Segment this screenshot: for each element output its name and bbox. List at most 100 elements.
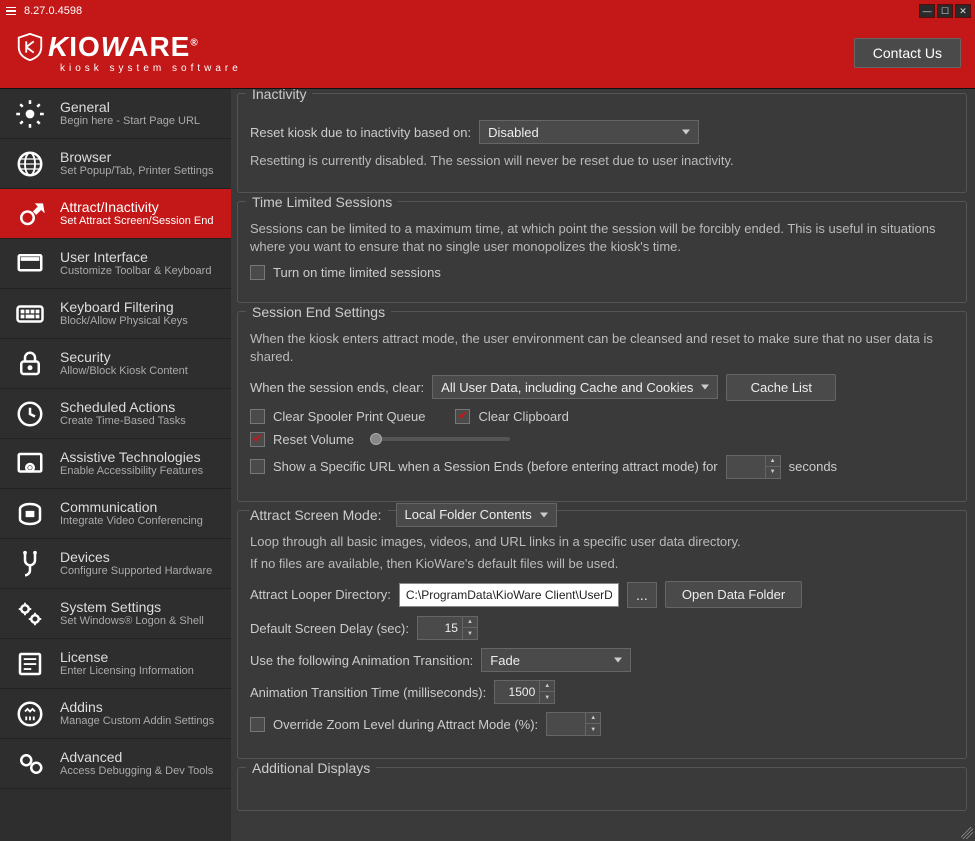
sidebar-item-title: License [60, 649, 194, 665]
delay-label: Default Screen Delay (sec): [250, 621, 409, 636]
sidebar-item-title: Devices [60, 549, 212, 565]
override-zoom-input[interactable] [546, 712, 586, 736]
panel-title: Inactivity [246, 89, 312, 102]
sidebar-item-general[interactable]: GeneralBegin here - Start Page URL [0, 89, 231, 139]
sidebar-item-sub: Set Attract Screen/Session End [60, 215, 213, 228]
reset-volume-slider[interactable] [370, 437, 510, 441]
sidebar-item-title: Security [60, 349, 188, 365]
minimize-button[interactable]: — [919, 4, 935, 18]
sidebar-item-title: Addins [60, 699, 214, 715]
show-url-seconds-input[interactable] [726, 455, 766, 479]
session-end-desc: When the kiosk enters attract mode, the … [250, 330, 954, 366]
maximize-button[interactable]: ☐ [937, 4, 953, 18]
app-logo: KIOWARE® kiosk system software [14, 32, 242, 74]
sidebar-item-title: Assistive Technologies [60, 449, 203, 465]
attract-dir-input[interactable] [399, 583, 619, 607]
shield-icon [14, 32, 46, 65]
sidebar-item-title: Scheduled Actions [60, 399, 186, 415]
time-limited-checkbox[interactable] [250, 265, 265, 280]
transition-time-input[interactable] [494, 680, 540, 704]
attract-dir-label: Attract Looper Directory: [250, 587, 391, 602]
content-area: Inactivity Reset kiosk due to inactivity… [231, 89, 975, 841]
sidebar-icon [10, 247, 50, 281]
spin-down[interactable]: ▼ [463, 628, 477, 639]
browse-button[interactable]: ... [627, 582, 657, 608]
sidebar-item-license[interactable]: LicenseEnter Licensing Information [0, 639, 231, 689]
spin-down[interactable]: ▼ [766, 467, 780, 478]
transition-label: Use the following Animation Transition: [250, 653, 473, 668]
panel-inactivity: Inactivity Reset kiosk due to inactivity… [237, 93, 967, 193]
spin-up[interactable]: ▲ [540, 681, 554, 692]
sidebar-icon [10, 547, 50, 581]
menu-icon[interactable] [4, 5, 18, 18]
resize-grip[interactable] [961, 827, 973, 839]
sidebar-item-title: Keyboard Filtering [60, 299, 188, 315]
sidebar-item-browser[interactable]: BrowserSet Popup/Tab, Printer Settings [0, 139, 231, 189]
sidebar-icon [10, 297, 50, 331]
sidebar-icon [10, 447, 50, 481]
spin-up[interactable]: ▲ [586, 713, 600, 724]
sidebar-item-security[interactable]: SecurityAllow/Block Kiosk Content [0, 339, 231, 389]
reset-volume-checkbox[interactable] [250, 432, 265, 447]
sidebar-item-title: General [60, 99, 200, 115]
delay-input[interactable] [417, 616, 463, 640]
time-limited-desc: Sessions can be limited to a maximum tim… [250, 220, 954, 256]
clear-spooler-checkbox[interactable] [250, 409, 265, 424]
panel-title: Additional Displays [246, 760, 376, 776]
sidebar-item-sub: Block/Allow Physical Keys [60, 315, 188, 328]
spin-down[interactable]: ▼ [540, 692, 554, 703]
sidebar-item-title: System Settings [60, 599, 204, 615]
panel-time-limited: Time Limited Sessions Sessions can be li… [237, 201, 967, 302]
version-text: 8.27.0.4598 [24, 5, 82, 17]
sidebar-item-title: User Interface [60, 249, 211, 265]
attract-desc-2: If no files are available, then KioWare'… [250, 555, 954, 573]
sidebar-item-sub: Create Time-Based Tasks [60, 415, 186, 428]
show-url-checkbox[interactable] [250, 459, 265, 474]
sidebar-item-sub: Manage Custom Addin Settings [60, 715, 214, 728]
sidebar-item-devices[interactable]: DevicesConfigure Supported Hardware [0, 539, 231, 589]
sidebar-item-user-interface[interactable]: User InterfaceCustomize Toolbar & Keyboa… [0, 239, 231, 289]
transition-dropdown[interactable]: Fade [481, 648, 631, 672]
sidebar-item-sub: Set Windows® Logon & Shell [60, 615, 204, 628]
sidebar-item-sub: Customize Toolbar & Keyboard [60, 265, 211, 278]
sidebar-item-addins[interactable]: AddinsManage Custom Addin Settings [0, 689, 231, 739]
transition-time-label: Animation Transition Time (milliseconds)… [250, 685, 486, 700]
override-zoom-checkbox[interactable] [250, 717, 265, 732]
sidebar-item-communication[interactable]: CommunicationIntegrate Video Conferencin… [0, 489, 231, 539]
override-zoom-label: Override Zoom Level during Attract Mode … [273, 717, 538, 732]
sidebar-item-sub: Integrate Video Conferencing [60, 515, 203, 528]
sidebar-icon [10, 347, 50, 381]
open-data-folder-button[interactable]: Open Data Folder [665, 581, 802, 608]
logo-subtitle: kiosk system software [60, 63, 242, 74]
cache-list-button[interactable]: Cache List [726, 374, 836, 401]
attract-desc-1: Loop through all basic images, videos, a… [250, 533, 954, 551]
spin-up[interactable]: ▲ [766, 456, 780, 467]
panel-attract-screen: Attract Screen Mode: Local Folder Conten… [237, 510, 967, 759]
attract-mode-dropdown[interactable]: Local Folder Contents [396, 503, 557, 527]
sidebar-item-scheduled-actions[interactable]: Scheduled ActionsCreate Time-Based Tasks [0, 389, 231, 439]
contact-us-button[interactable]: Contact Us [854, 38, 961, 68]
sidebar-item-attract-inactivity[interactable]: Attract/InactivitySet Attract Screen/Ses… [0, 189, 231, 239]
sidebar: GeneralBegin here - Start Page URLBrowse… [0, 89, 231, 841]
spin-down[interactable]: ▼ [586, 724, 600, 735]
sidebar-item-advanced[interactable]: AdvancedAccess Debugging & Dev Tools [0, 739, 231, 789]
sidebar-icon [10, 397, 50, 431]
inactivity-desc: Resetting is currently disabled. The ses… [250, 152, 954, 170]
sidebar-item-keyboard-filtering[interactable]: Keyboard FilteringBlock/Allow Physical K… [0, 289, 231, 339]
session-clear-label: When the session ends, clear: [250, 380, 424, 395]
sidebar-item-assistive-technologies[interactable]: Assistive TechnologiesEnable Accessibili… [0, 439, 231, 489]
spin-up[interactable]: ▲ [463, 617, 477, 628]
panel-title: Attract Screen Mode: [250, 507, 388, 523]
clear-clipboard-checkbox[interactable] [455, 409, 470, 424]
sidebar-item-sub: Set Popup/Tab, Printer Settings [60, 165, 213, 178]
sidebar-item-title: Advanced [60, 749, 213, 765]
sidebar-item-sub: Enable Accessibility Features [60, 465, 203, 478]
panel-additional-displays: Additional Displays [237, 767, 967, 811]
panel-session-end: Session End Settings When the kiosk ente… [237, 311, 967, 502]
time-limited-checkbox-label: Turn on time limited sessions [273, 265, 441, 280]
close-button[interactable]: ✕ [955, 4, 971, 18]
sidebar-item-sub: Allow/Block Kiosk Content [60, 365, 188, 378]
sidebar-item-system-settings[interactable]: System SettingsSet Windows® Logon & Shel… [0, 589, 231, 639]
session-clear-dropdown[interactable]: All User Data, including Cache and Cooki… [432, 375, 718, 399]
reset-basis-dropdown[interactable]: Disabled [479, 120, 699, 144]
